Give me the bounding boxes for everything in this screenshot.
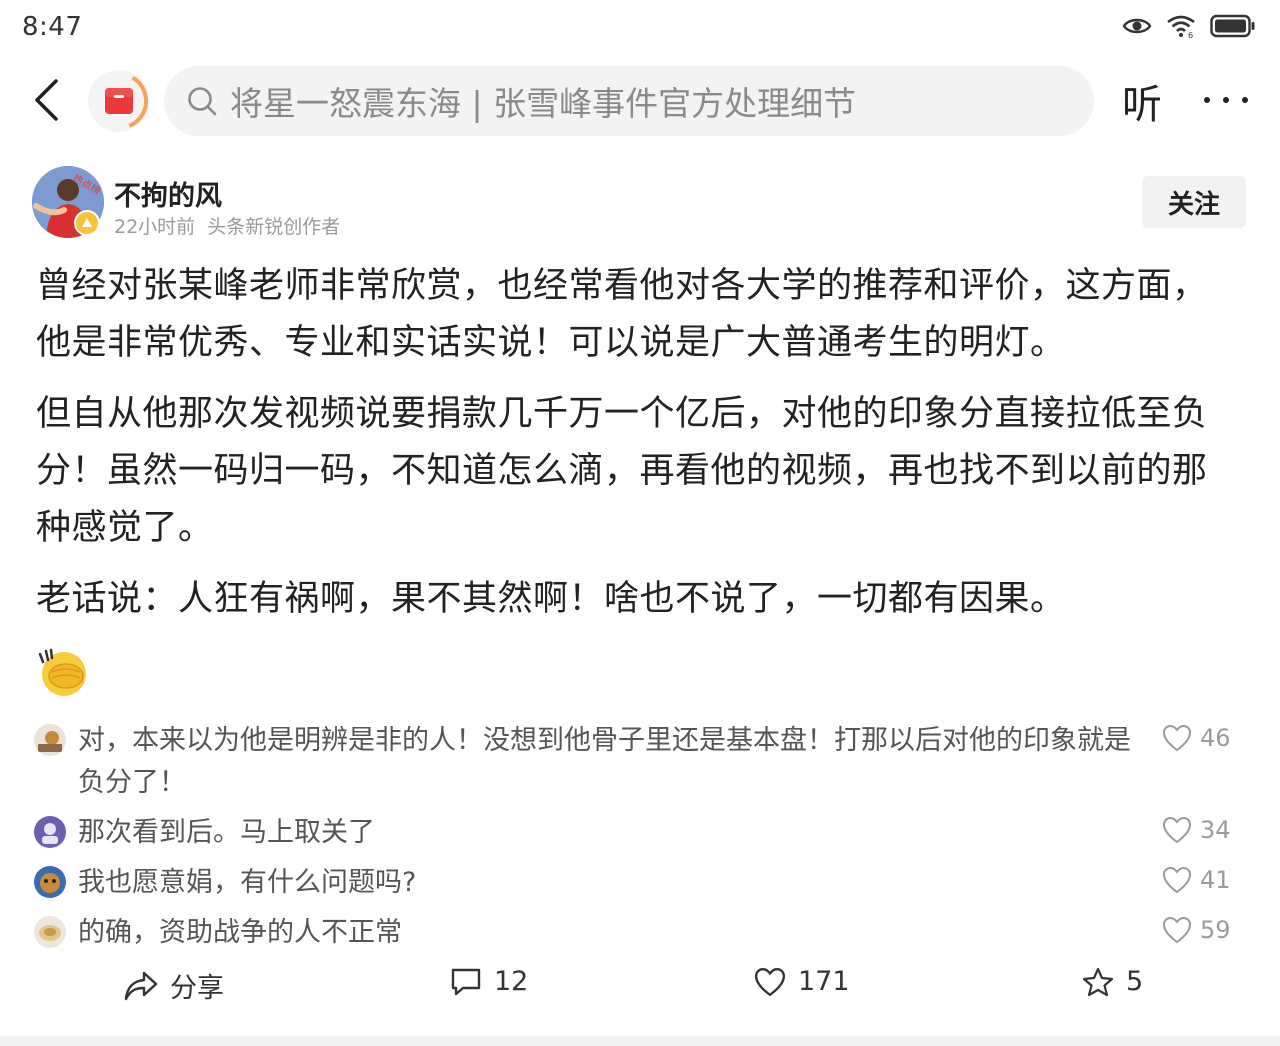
comment-text: 我也愿意娟，有什么问题吗? [78, 867, 417, 898]
author-meta: 22小时前 头条新锐创作者 [114, 212, 340, 239]
commenter-avatar[interactable] [34, 724, 66, 756]
comment-count: 12 [494, 966, 529, 997]
comment-text: 那次看到后。马上取关了 [78, 817, 375, 848]
commenter-avatar[interactable] [34, 916, 66, 948]
comment-button[interactable]: 12 [450, 966, 528, 997]
commenter-avatar[interactable] [34, 866, 66, 898]
bottom-action-bar: 分享 12 171 5 [0, 966, 1280, 1020]
author-name[interactable]: 不拘的风 [114, 174, 222, 213]
bottom-divider [0, 1036, 1280, 1046]
battery-icon [1210, 14, 1255, 38]
status-time: 8:47 [22, 12, 83, 42]
wifi-icon: 6 [1167, 15, 1195, 38]
back-button[interactable] [24, 76, 68, 124]
comment-like-button[interactable]: 59 [1162, 916, 1231, 944]
heart-icon [754, 967, 786, 996]
back-arrow-icon [35, 79, 58, 121]
comment-text: 的确，资助战争的人不正常 [78, 917, 402, 948]
post-paragraph: 但自从他那次发视频说要捐款几千万一个亿后，对他的印象分直接拉低至负分！虽然一码归… [36, 394, 1208, 548]
comment-like-count: 34 [1200, 816, 1231, 844]
share-label: 分享 [170, 973, 224, 1004]
post-paragraph: 曾经对张某峰老师非常欣赏，也经常看他对各大学的推荐和评价，这方面，他是非常优秀、… [36, 266, 1208, 363]
post-paragraph: 老话说：人狂有祸啊，果不其然啊！啥也不说了，一切都有因果。 [36, 579, 1066, 619]
search-icon [188, 87, 217, 116]
comment-like-count: 59 [1200, 916, 1231, 944]
comment-item[interactable]: 我也愿意娟，有什么问题吗? 41 [34, 862, 1244, 904]
search-query-text: 将星一怒震东海 | 张雪峰事件官方处理细节 [230, 84, 857, 123]
toutiao-logo-icon [90, 72, 148, 130]
comment-item[interactable]: 对，本来以为他是明辨是非的人！没想到他骨子里还是基本盘！打那以后对他的印象就是负… [34, 720, 1244, 808]
author-role: 头条新锐创作者 [207, 216, 341, 238]
listen-button[interactable]: 听 [1122, 72, 1162, 130]
comment-like-count: 41 [1200, 866, 1231, 894]
post-time: 22小时前 [114, 216, 196, 238]
heart-icon [1162, 724, 1192, 752]
search-box[interactable]: 将星一怒震东海 | 张雪峰事件官方处理细节 [164, 66, 1094, 136]
comment-like-count: 46 [1200, 724, 1231, 752]
comment-item[interactable]: 那次看到后。马上取关了 34 [34, 812, 1244, 854]
top-nav: 将星一怒震东海 | 张雪峰事件官方处理细节 听 [0, 62, 1280, 142]
like-count: 171 [798, 966, 850, 997]
svg-text:6: 6 [1188, 31, 1193, 38]
commenter-avatar[interactable] [34, 816, 66, 848]
article-page: 8:47 6 将星一怒震东海 | 张雪峰事件官方处理细节 听 热点榜 不拘的风 … [0, 0, 1280, 1046]
author-row: 热点榜 不拘的风 22小时前 头条新锐创作者 关注 [0, 166, 1280, 242]
eye-icon [1122, 18, 1152, 34]
facepalm-emoji-icon [38, 648, 86, 696]
creator-badge-icon [74, 210, 100, 236]
more-dots-icon[interactable] [1204, 84, 1248, 116]
heart-icon [1162, 816, 1192, 844]
heart-icon [1162, 866, 1192, 894]
star-icon [1082, 967, 1114, 996]
share-icon [124, 971, 158, 1000]
favorite-button[interactable]: 5 [1082, 966, 1143, 997]
favorite-count: 5 [1126, 966, 1144, 997]
comment-text: 对，本来以为他是明辨是非的人！没想到他骨子里还是基本盘！打那以后对他的印象就是负… [78, 725, 1131, 798]
share-button[interactable]: 分享 [124, 966, 224, 1005]
comment-like-button[interactable]: 41 [1162, 866, 1231, 894]
comment-icon [451, 968, 481, 995]
heart-icon [1162, 916, 1192, 944]
status-icons: 6 [1122, 14, 1256, 38]
comment-like-button[interactable]: 34 [1162, 816, 1231, 844]
like-button[interactable]: 171 [754, 966, 850, 997]
follow-button[interactable]: 关注 [1142, 176, 1246, 228]
status-bar: 8:47 6 [0, 0, 1280, 56]
post-body: 曾经对张某峰老师非常欣赏，也经常看他对各大学的推荐和评价，这方面，他是非常优秀、… [36, 258, 1236, 642]
comment-like-button[interactable]: 46 [1162, 724, 1231, 752]
app-logo[interactable] [88, 70, 150, 132]
comment-item[interactable]: 的确，资助战争的人不正常 59 [34, 912, 1244, 954]
